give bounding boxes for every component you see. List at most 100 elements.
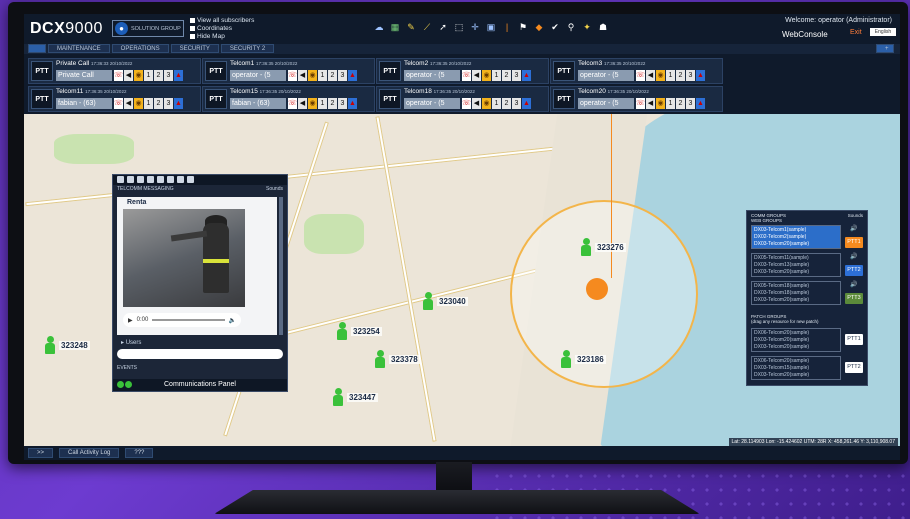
up-arrow-icon[interactable]: ▲	[696, 70, 705, 81]
channel-2-button[interactable]: 2	[676, 98, 685, 109]
up-arrow-icon[interactable]: ▲	[348, 98, 357, 109]
call-select[interactable]: operator - (5	[230, 70, 286, 81]
mute-icon[interactable]: ◀	[124, 98, 133, 109]
group-box[interactable]: DX03-Telcom1(sample) DX02-Telcom2(sample)…	[751, 225, 841, 249]
channel-1-button[interactable]: 1	[318, 98, 327, 109]
channel-3-button[interactable]: 3	[338, 98, 347, 109]
call-select[interactable]: fabian - (63)	[56, 98, 112, 109]
phone-icon[interactable]: ☏	[114, 70, 123, 81]
unit-marker[interactable]: 323040	[422, 292, 468, 310]
language-select[interactable]: English	[870, 28, 896, 36]
channel-3-button[interactable]: 3	[512, 70, 521, 81]
mute-icon[interactable]: ◀	[124, 70, 133, 81]
tab-main[interactable]	[28, 44, 46, 53]
ptt-button[interactable]: PTT	[31, 61, 53, 81]
pointer-icon[interactable]: ➚	[438, 22, 448, 32]
map-icon[interactable]: ▦	[390, 22, 400, 32]
select-icon[interactable]: ⬚	[454, 22, 464, 32]
ptt-button[interactable]: PTT	[553, 61, 575, 81]
up-arrow-icon[interactable]: ▲	[522, 98, 531, 109]
channel-3-button[interactable]: 3	[164, 70, 173, 81]
phone-icon[interactable]: ☏	[636, 70, 645, 81]
search-icon[interactable]: ⚲	[566, 22, 576, 32]
up-arrow-icon[interactable]: ▲	[174, 70, 183, 81]
check-view-all-subscribers[interactable]: View all subscribers	[190, 17, 254, 25]
unit-marker[interactable]: 323186	[560, 350, 606, 368]
emergency-icon[interactable]: ◉	[656, 70, 665, 81]
emergency-icon[interactable]: ◉	[308, 70, 317, 81]
phone-icon[interactable]	[147, 176, 154, 183]
channel-1-button[interactable]: 1	[492, 98, 501, 109]
phone-icon[interactable]: ☏	[462, 70, 471, 81]
settings-icon[interactable]	[187, 176, 194, 183]
unit-marker[interactable]: 323248	[44, 336, 90, 354]
groups-sounds-toggle[interactable]: Sounds	[848, 213, 863, 218]
measure-icon[interactable]: ⟋	[422, 22, 432, 32]
up-arrow-icon[interactable]: ▲	[696, 98, 705, 109]
extra-button[interactable]: ???	[125, 448, 154, 458]
patch-ptt1-button[interactable]: PTT1	[845, 334, 863, 345]
ptt-button[interactable]: PTT	[31, 89, 53, 109]
layers-icon[interactable]: ▣	[486, 22, 496, 32]
tab-maintenance[interactable]: MAINTENANCE	[48, 44, 110, 53]
expand-button[interactable]: >>	[28, 448, 54, 458]
call-select[interactable]: operator - (5	[578, 70, 634, 81]
emergency-icon[interactable]: ◉	[482, 70, 491, 81]
message-scrollbar[interactable]	[279, 197, 283, 335]
unit-marker[interactable]: 323254	[336, 322, 382, 340]
phone-icon[interactable]: ☏	[288, 98, 297, 109]
call-select[interactable]: operator - (5	[404, 98, 460, 109]
channel-3-button[interactable]: 3	[338, 70, 347, 81]
audio-progress[interactable]	[152, 319, 225, 321]
mute-icon[interactable]: ◀	[472, 70, 481, 81]
channel-2-button[interactable]: 2	[328, 98, 337, 109]
tab-security-2[interactable]: SECURITY 2	[220, 44, 275, 53]
call-activity-log-button[interactable]: Call Activity Log	[59, 448, 120, 458]
unit-marker[interactable]: 323276	[580, 238, 626, 256]
emergency-icon[interactable]: ◉	[134, 98, 143, 109]
up-arrow-icon[interactable]: ▲	[348, 70, 357, 81]
alert-icon[interactable]: ◆	[534, 22, 544, 32]
channel-2-button[interactable]: 2	[502, 98, 511, 109]
channel-2-button[interactable]: 2	[502, 70, 511, 81]
crosshair-icon[interactable]: ✛	[470, 22, 480, 32]
message-input[interactable]	[117, 349, 283, 359]
menu-icon[interactable]	[117, 176, 124, 183]
ptt2-button[interactable]: PTT2	[845, 265, 863, 276]
ptt-button[interactable]: PTT	[379, 61, 401, 81]
mute-icon[interactable]: ◀	[298, 98, 307, 109]
ptt3-button[interactable]: PTT3	[845, 293, 863, 304]
chat-icon[interactable]	[157, 176, 164, 183]
play-icon[interactable]: ▶	[128, 317, 133, 324]
channel-3-button[interactable]: 3	[512, 98, 521, 109]
call-select[interactable]: operator - (5	[578, 98, 634, 109]
emergency-icon[interactable]: ◉	[656, 98, 665, 109]
grid-icon[interactable]	[127, 176, 134, 183]
audio-player[interactable]: ▶ 0:00 🔈	[123, 313, 241, 327]
channel-1-button[interactable]: 1	[666, 70, 675, 81]
speaker-icon[interactable]: 🔊	[849, 281, 859, 288]
up-arrow-icon[interactable]: ▲	[522, 70, 531, 81]
user-icon[interactable]: ☗	[598, 22, 608, 32]
ptt-button[interactable]: PTT	[205, 89, 227, 109]
mute-icon[interactable]: ◀	[646, 98, 655, 109]
speaker-icon[interactable]: 🔊	[849, 225, 859, 232]
check-hide-map[interactable]: Hide Map	[190, 33, 254, 41]
cloud-icon[interactable]: ☁	[374, 22, 384, 32]
channel-3-button[interactable]: 3	[686, 70, 695, 81]
call-select[interactable]: fabian - (63)	[230, 98, 286, 109]
flag-icon[interactable]: ⚑	[518, 22, 528, 32]
channel-3-button[interactable]: 3	[164, 98, 173, 109]
channel-2-button[interactable]: 2	[328, 70, 337, 81]
speaker-icon[interactable]: 🔊	[849, 253, 859, 260]
pin-icon[interactable]: ✦	[582, 22, 592, 32]
tab-operations[interactable]: OPERATIONS	[111, 44, 169, 53]
call-select[interactable]: Private Call	[56, 70, 112, 81]
volume-icon[interactable]: 🔈	[229, 317, 236, 324]
channel-1-button[interactable]: 1	[144, 70, 153, 81]
ptt-button[interactable]: PTT	[205, 61, 227, 81]
phone-icon[interactable]: ☏	[636, 98, 645, 109]
channel-2-button[interactable]: 2	[676, 70, 685, 81]
channel-3-button[interactable]: 3	[686, 98, 695, 109]
attached-photo[interactable]	[123, 209, 245, 307]
